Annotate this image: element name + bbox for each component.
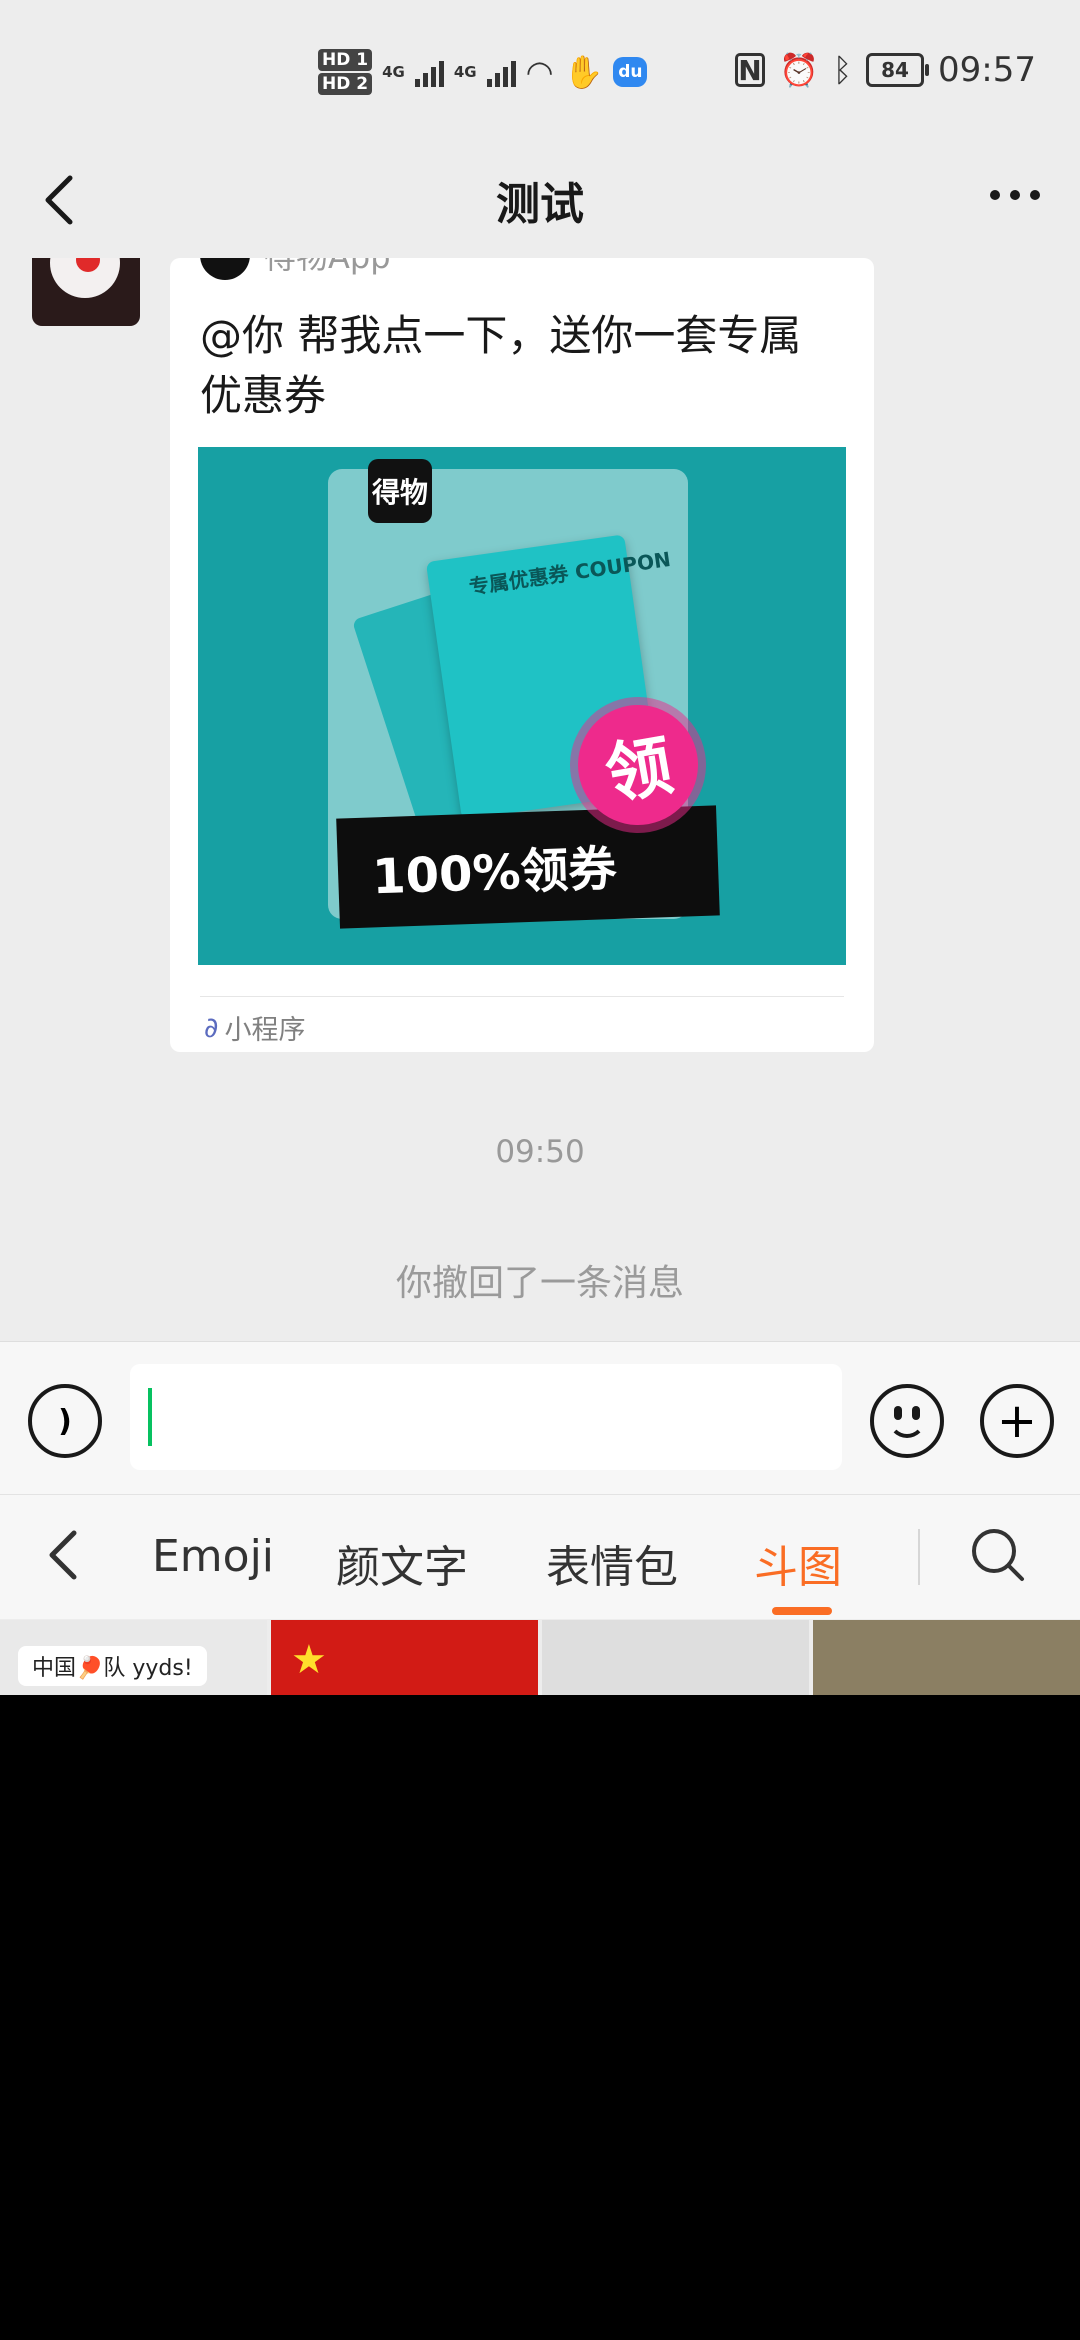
message-list[interactable]: 得物App @你 帮我点一下，送你一套专属优惠券 得物 专属优惠券 COUPON…	[0, 258, 1080, 1341]
mini-program-icon: ∂	[204, 1011, 219, 1044]
battery-level: 84	[881, 58, 909, 82]
du-app-icon: du	[613, 57, 648, 87]
sim1-badge: HD 1	[318, 49, 373, 71]
sticker-item[interactable]	[542, 1620, 809, 1695]
alarm-icon: ⏰	[778, 51, 819, 89]
voice-input-icon[interactable]: )	[28, 1384, 102, 1458]
sim-indicators: HD 1 HD 2	[318, 48, 373, 96]
status-bar: HD 1 HD 2 4G 4G ◠ ✋ du N ⏰ ᛒ 84 09:57	[0, 0, 1080, 150]
signal1-icon	[414, 57, 444, 87]
sticker-grid: 中国🏓队 yyds! ★	[0, 1620, 1080, 1695]
plus-icon[interactable]: +	[980, 1384, 1054, 1458]
star-icon: ★	[291, 1637, 327, 1683]
status-time: 09:57	[938, 50, 1036, 90]
coupon-banner: 100%领券	[336, 805, 720, 929]
title-bar: 测试	[0, 150, 1080, 260]
sticker-item[interactable]: 中国🏓队 yyds!	[0, 1620, 267, 1695]
emoji-panel-tabs: Emoji 颜文字 表情包 斗图	[0, 1494, 1080, 1619]
card-source: 得物App	[200, 258, 391, 280]
chat-screen: HD 1 HD 2 4G 4G ◠ ✋ du N ⏰ ᛒ 84 09:57 测试	[0, 0, 1080, 1695]
card-footer: ∂ 小程序	[204, 1008, 305, 1047]
dewu-logo: 得物	[368, 459, 432, 523]
status-left: HD 1 HD 2 4G 4G ◠ ✋ du	[318, 48, 648, 96]
status-right: N ⏰ ᛒ 84 09:57	[734, 50, 1036, 90]
tab-emoji[interactable]: Emoji	[152, 1531, 274, 1582]
message-input[interactable]	[130, 1364, 842, 1470]
signal2-icon	[486, 57, 516, 87]
sticker-item[interactable]: ★	[271, 1620, 538, 1695]
bluetooth-icon: ᛒ	[832, 51, 853, 89]
message-timestamp: 09:50	[495, 1134, 585, 1170]
tab-sticker-pack[interactable]: 表情包	[546, 1531, 678, 1595]
active-tab-indicator	[772, 1607, 832, 1615]
text-caret	[148, 1388, 152, 1446]
chat-title: 测试	[496, 179, 584, 230]
battery-icon: 84	[866, 53, 930, 87]
tab-divider	[918, 1529, 920, 1585]
system-message: 你撤回了一条消息	[395, 1263, 684, 1304]
card-source-label: 得物App	[264, 258, 391, 278]
tab-kaomoji[interactable]: 颜文字	[336, 1531, 468, 1595]
network2-label: 4G	[453, 63, 477, 81]
hand-icon: ✋	[563, 53, 604, 91]
wifi-icon: ◠	[525, 53, 554, 91]
nfc-icon: N	[734, 53, 765, 87]
search-icon[interactable]	[968, 1525, 1028, 1585]
card-footer-label: 小程序	[224, 1015, 306, 1046]
sim2-badge: HD 2	[318, 73, 373, 95]
mini-program-card[interactable]: 得物App @你 帮我点一下，送你一套专属优惠券 得物 专属优惠券 COUPON…	[170, 258, 874, 1052]
card-title: @你 帮我点一下，送你一套专属优惠券	[200, 311, 802, 420]
emoji-icon[interactable]	[870, 1384, 944, 1458]
card-divider	[200, 996, 844, 997]
network1-label: 4G	[382, 63, 405, 81]
panel-back-icon[interactable]	[40, 1525, 90, 1585]
card-image[interactable]: 得物 专属优惠券 COUPON 100%领券 领	[198, 447, 846, 965]
input-bar: ) +	[0, 1341, 1080, 1495]
sticker-item[interactable]	[813, 1620, 1080, 1695]
more-options-icon[interactable]	[990, 190, 1040, 200]
avatar[interactable]	[32, 258, 140, 326]
tab-doutu[interactable]: 斗图	[754, 1531, 842, 1595]
dewu-app-icon	[200, 258, 250, 280]
sticker-caption: 中国🏓队 yyds!	[18, 1646, 207, 1686]
